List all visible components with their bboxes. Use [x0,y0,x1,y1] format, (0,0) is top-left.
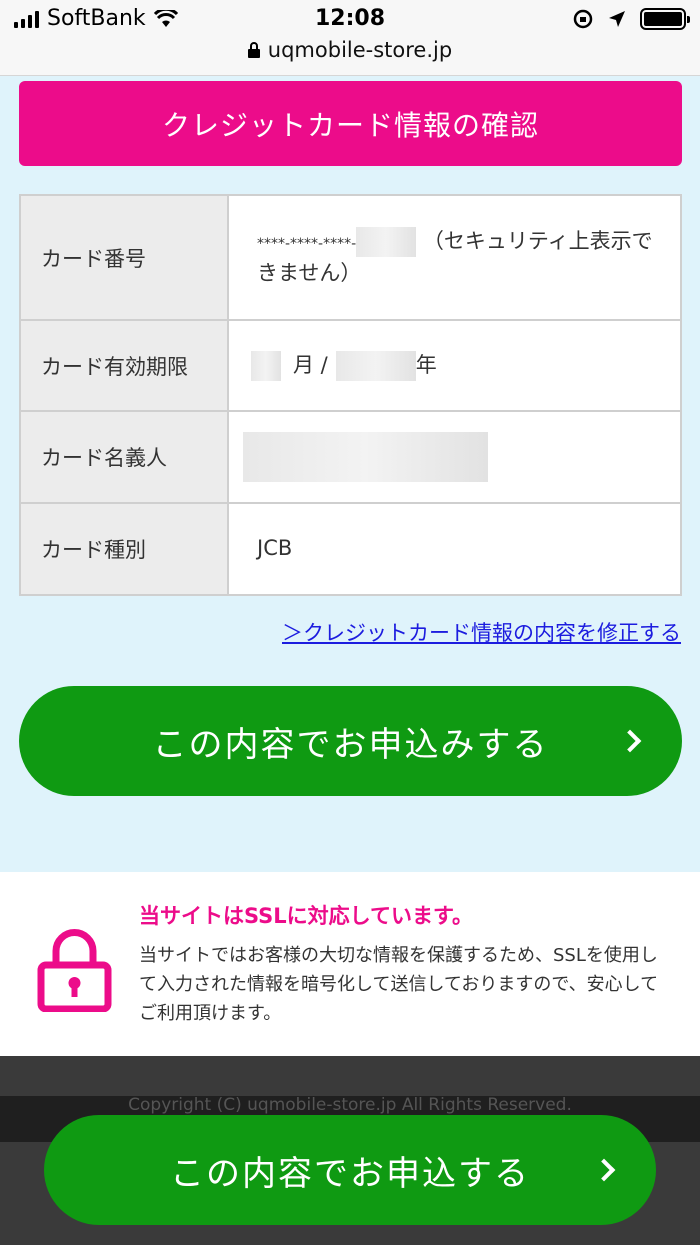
card-number-label: カード番号 [21,196,229,319]
year-unit: 年 [415,352,437,377]
card-type-label: カード種別 [21,504,229,594]
card-holder-value [229,412,680,502]
table-row: カード有効期限 月 / 年 [21,321,680,412]
address-bar[interactable]: uqmobile-store.jp [0,38,700,62]
edit-card-link[interactable]: ＞クレジットカード情報の内容を修正する [282,617,681,647]
lock-icon [247,42,260,58]
location-arrow-icon [609,11,625,27]
card-type-value: JCB [257,536,293,561]
ssl-notice: 当サイトはSSLに対応しています。 当サイトではお客様の大切な情報を保護するため… [0,872,700,1056]
table-row: カード番号 ****-****-****- （セキュリティ上表示できません） [21,196,680,321]
card-holder-label: カード名義人 [21,412,229,502]
card-expiry-label: カード有効期限 [21,321,229,410]
url-text: uqmobile-store.jp [267,38,453,62]
card-expiry-value: 月 / 年 [229,321,680,410]
card-info-table: カード番号 ****-****-****- （セキュリティ上表示できません） カ… [19,194,682,596]
rotation-lock-icon [573,9,593,29]
ssl-title: 当サイトはSSLに対応しています。 [139,904,473,928]
copyright-text: Copyright (C) uqmobile-store.jp All Righ… [128,1095,572,1115]
redacted-digits [356,227,417,257]
redacted-month [251,350,281,381]
redacted-year [335,350,416,381]
apply-button[interactable]: この内容でお申込みする [19,686,682,796]
status-icons [572,8,690,30]
chevron-right-icon [592,1158,616,1182]
floating-apply-button[interactable]: この内容でお申込する [44,1115,656,1225]
status-bar: SoftBank 12:08 uqmobile-store.jp [0,0,700,76]
month-unit: 月 / [293,352,328,377]
apply-button-label: この内容でお申込みする [152,724,549,765]
redacted-name [243,432,488,482]
floating-apply-button-label: この内容でお申込する [170,1153,530,1194]
table-row: カード種別 JCB [21,504,680,594]
page-title: クレジットカード情報の確認 [19,81,682,166]
card-number-value: ****-****-****- （セキュリティ上表示できません） [229,196,680,319]
ssl-description: 当サイトではお客様の大切な情報を保護するため、SSLを使用して入力された情報を暗… [139,945,659,1024]
table-row: カード名義人 [21,412,680,504]
card-number-mask: ****-****-****- [257,236,357,252]
battery-icon [640,8,690,30]
padlock-icon [37,929,112,1012]
chevron-right-icon [618,729,642,753]
